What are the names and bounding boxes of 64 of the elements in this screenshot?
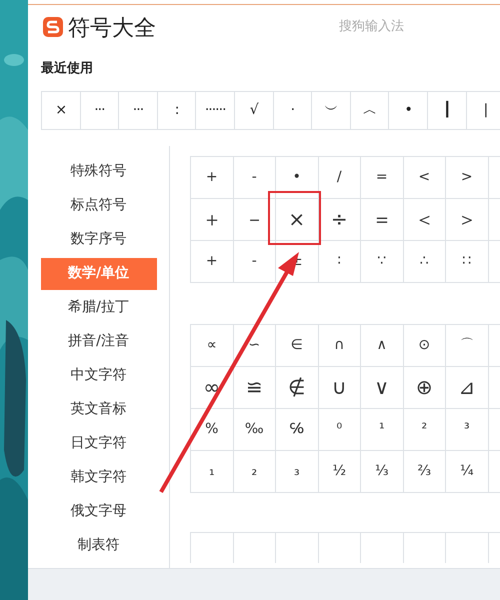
symbol-cell[interactable]: × xyxy=(276,198,318,240)
symbol-cell[interactable]: ¹ xyxy=(361,408,404,450)
symbol-cell[interactable]: ÷ xyxy=(318,198,361,240)
symbol-cell[interactable]: － xyxy=(234,198,276,240)
category-tab[interactable]: 特殊符号 xyxy=(40,156,156,188)
symbol-cell[interactable]: ∽ xyxy=(234,324,276,366)
category-tab[interactable]: 希腊/拉丁 xyxy=(40,292,156,324)
symbol-cell[interactable]: ⊿ xyxy=(446,366,488,408)
window-title: 符号大全 xyxy=(68,14,156,42)
symbol-cell[interactable]: ‰ xyxy=(234,408,276,450)
symbol-cell[interactable]: ∈ xyxy=(276,324,318,366)
symbol-cell[interactable]: ∧ xyxy=(361,324,404,366)
symbol-cell[interactable]: ⅓ xyxy=(361,450,404,492)
highlight-frame xyxy=(268,191,321,245)
symbol-cell[interactable]: ₃ xyxy=(276,450,318,492)
category-tab[interactable]: 拼音/注音 xyxy=(40,326,156,358)
symbol-cell[interactable]: ⌒ xyxy=(446,324,488,366)
brand-label: 搜狗输入法 xyxy=(339,18,404,36)
symbol-cell[interactable]: < xyxy=(404,156,446,198)
symbol-cell[interactable]: ∞ xyxy=(191,366,234,408)
symbol-cell[interactable]: ¼ xyxy=(446,450,488,492)
symbol-cell[interactable]: ⁰ xyxy=(318,408,361,450)
symbol-cell[interactable]: ≌ xyxy=(234,366,276,408)
symbol-cell[interactable]: ＞ xyxy=(446,198,488,240)
category-tab[interactable]: 制表符 xyxy=(40,530,156,562)
symbol-cell[interactable]: ∵ xyxy=(361,240,404,282)
symbol-cell[interactable]: ∝ xyxy=(191,324,234,366)
category-tab[interactable]: 标点符号 xyxy=(40,190,156,222)
symbol-cell[interactable]: = xyxy=(361,156,404,198)
symbol-cell[interactable]: ＋ xyxy=(191,198,234,240)
symbol-cell[interactable]: ∪ xyxy=(318,366,361,408)
symbol-cell[interactable]: ₁ xyxy=(191,450,234,492)
symbol-cell[interactable]: ＝ xyxy=(361,198,404,240)
symbol-cell[interactable]: + xyxy=(191,156,234,198)
symbol-cell[interactable]: - xyxy=(234,240,276,282)
symbol-cell[interactable]: ⊙ xyxy=(404,324,446,366)
symbol-cell[interactable]: - xyxy=(234,156,276,198)
symbol-cell[interactable]: ℅ xyxy=(276,408,318,450)
symbol-cell[interactable]: • xyxy=(276,156,318,198)
symbol-cell[interactable]: + xyxy=(191,240,234,282)
category-tab[interactable]: 中文字符 xyxy=(40,360,156,392)
symbol-cell[interactable]: ∶ xyxy=(318,240,361,282)
symbol-cell[interactable]: ₂ xyxy=(234,450,276,492)
symbol-cell[interactable]: ∷ xyxy=(446,240,488,282)
symbol-cell[interactable]: ∨ xyxy=(361,366,404,408)
symbol-cell[interactable]: ∴ xyxy=(404,240,446,282)
symbol-cell[interactable]: ² xyxy=(404,408,446,450)
category-tab[interactable]: 俄文字母 xyxy=(40,496,156,528)
symbol-cell[interactable]: > xyxy=(446,156,488,198)
symbol-cell[interactable]: ½ xyxy=(318,450,361,492)
symbol-cell[interactable]: / xyxy=(318,156,361,198)
category-tab[interactable]: 韩文字符 xyxy=(40,462,156,494)
symbol-cell[interactable]: ⅔ xyxy=(404,450,446,492)
category-tab[interactable]: 日文字符 xyxy=(40,428,156,460)
category-tab[interactable]: 数字序号 xyxy=(40,224,156,256)
logo-icon xyxy=(42,16,64,38)
symbol-cell[interactable]: ⊕ xyxy=(404,366,446,408)
symbol-cell[interactable]: ∩ xyxy=(318,324,361,366)
symbol-cell[interactable]: ³ xyxy=(446,408,488,450)
category-tab[interactable]: 英文音标 xyxy=(40,394,156,426)
symbol-cell[interactable]: ＜ xyxy=(404,198,446,240)
symbol-cell[interactable]: ∉ xyxy=(276,366,318,408)
section-title: 最近使用 xyxy=(41,60,93,78)
symbol-cell[interactable]: % xyxy=(191,408,234,450)
